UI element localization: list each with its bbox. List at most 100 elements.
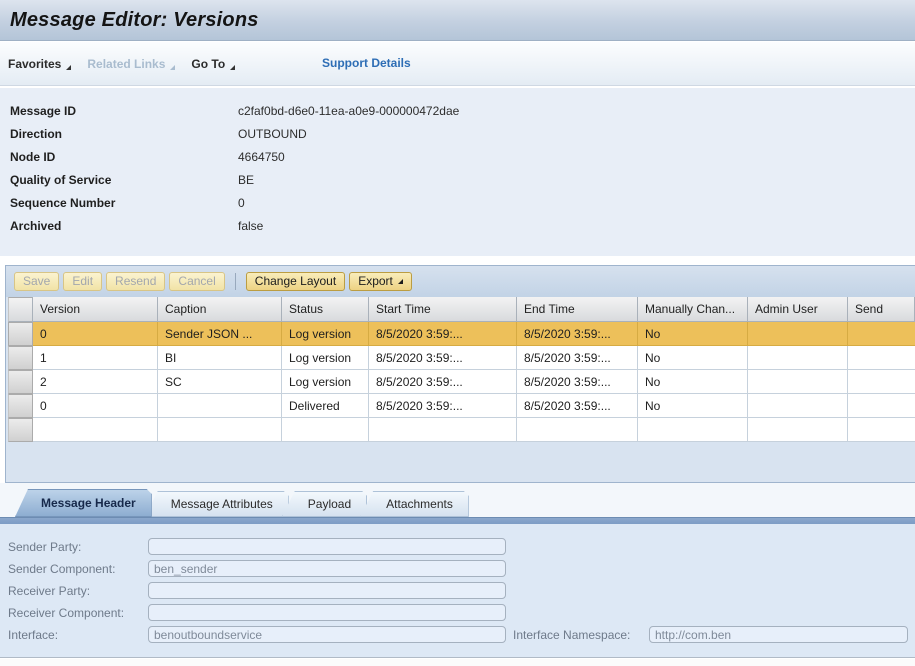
cell-sender[interactable] bbox=[848, 370, 915, 394]
toolbar-separator bbox=[235, 273, 236, 290]
cell-start-time[interactable]: 8/5/2020 3:59:... bbox=[369, 346, 517, 370]
sender-component-field[interactable] bbox=[148, 560, 506, 577]
export-button[interactable]: Export bbox=[349, 272, 412, 291]
support-details-link[interactable]: Support Details bbox=[322, 56, 411, 70]
tab-message-attributes[interactable]: Message Attributes bbox=[145, 491, 289, 517]
cell-admin-user[interactable] bbox=[748, 370, 848, 394]
cell-sender[interactable] bbox=[848, 394, 915, 418]
tab-attachments[interactable]: Attachments bbox=[360, 491, 469, 517]
column-header-admin-user[interactable]: Admin User bbox=[748, 297, 848, 322]
cell-start-time[interactable] bbox=[369, 418, 517, 442]
form-row-sender-component: Sender Component: bbox=[0, 559, 915, 581]
cell-manually-changed[interactable]: No bbox=[638, 394, 748, 418]
form-row-receiver-party: Receiver Party: bbox=[0, 581, 915, 603]
resend-button[interactable]: Resend bbox=[106, 272, 165, 291]
row-selector[interactable] bbox=[8, 346, 33, 370]
detail-row-node-id: Node ID 4664750 bbox=[0, 146, 915, 169]
quality-of-service-value: BE bbox=[238, 169, 254, 192]
cell-admin-user[interactable] bbox=[748, 346, 848, 370]
detail-label: Archived bbox=[10, 215, 238, 238]
cell-caption[interactable] bbox=[158, 418, 282, 442]
row-selector[interactable] bbox=[8, 394, 33, 418]
row-selector[interactable] bbox=[8, 370, 33, 394]
cell-manually-changed[interactable]: No bbox=[638, 322, 748, 346]
table-row[interactable]: 2 SC Log version 8/5/2020 3:59:... 8/5/2… bbox=[8, 370, 915, 394]
cell-end-time[interactable]: 8/5/2020 3:59:... bbox=[517, 346, 638, 370]
column-header-start-time[interactable]: Start Time bbox=[369, 297, 517, 322]
menu-bar: Favorites Related Links Go To Support De… bbox=[0, 42, 915, 86]
cell-end-time[interactable]: 8/5/2020 3:59:... bbox=[517, 394, 638, 418]
archived-value: false bbox=[238, 215, 263, 238]
cell-caption[interactable]: BI bbox=[158, 346, 282, 370]
detail-label: Quality of Service bbox=[10, 169, 238, 192]
cell-sender[interactable] bbox=[848, 322, 915, 346]
export-button-label: Export bbox=[358, 274, 393, 288]
cell-start-time[interactable]: 8/5/2020 3:59:... bbox=[369, 394, 517, 418]
cell-manually-changed[interactable]: No bbox=[638, 346, 748, 370]
cell-caption[interactable] bbox=[158, 394, 282, 418]
cell-end-time[interactable] bbox=[517, 418, 638, 442]
detail-row-quality-of-service: Quality of Service BE bbox=[0, 169, 915, 192]
table-row[interactable]: 1 BI Log version 8/5/2020 3:59:... 8/5/2… bbox=[8, 346, 915, 370]
column-header-sender[interactable]: Send bbox=[848, 297, 915, 322]
cell-version[interactable]: 2 bbox=[33, 370, 158, 394]
table-row[interactable]: 0 Delivered 8/5/2020 3:59:... 8/5/2020 3… bbox=[8, 394, 915, 418]
cell-start-time[interactable]: 8/5/2020 3:59:... bbox=[369, 322, 517, 346]
cell-admin-user[interactable] bbox=[748, 394, 848, 418]
cell-sender[interactable] bbox=[848, 418, 915, 442]
receiver-component-field[interactable] bbox=[148, 604, 506, 621]
row-selector[interactable] bbox=[8, 322, 33, 346]
detail-row-archived: Archived false bbox=[0, 215, 915, 238]
edit-button[interactable]: Edit bbox=[63, 272, 102, 291]
table-row-empty[interactable] bbox=[8, 418, 915, 442]
cell-caption[interactable]: Sender JSON ... bbox=[158, 322, 282, 346]
cell-version[interactable]: 1 bbox=[33, 346, 158, 370]
column-header-manually-changed[interactable]: Manually Chan... bbox=[638, 297, 748, 322]
interface-field[interactable] bbox=[148, 626, 506, 643]
cell-status[interactable]: Delivered bbox=[282, 394, 369, 418]
column-header-version[interactable]: Version bbox=[33, 297, 158, 322]
message-id-value: c2faf0bd-d6e0-11ea-a0e9-000000472dae bbox=[238, 100, 459, 123]
cell-manually-changed[interactable]: No bbox=[638, 370, 748, 394]
menu-favorites-label: Favorites bbox=[8, 57, 61, 71]
interface-namespace-label: Interface Namespace: bbox=[513, 628, 630, 642]
menu-related-links: Related Links bbox=[87, 57, 175, 71]
cell-version[interactable] bbox=[33, 418, 158, 442]
row-selector[interactable] bbox=[8, 418, 33, 442]
detail-label: Direction bbox=[10, 123, 238, 146]
cell-status[interactable]: Log version bbox=[282, 322, 369, 346]
save-button[interactable]: Save bbox=[14, 272, 59, 291]
cell-manually-changed[interactable] bbox=[638, 418, 748, 442]
cell-admin-user[interactable] bbox=[748, 322, 848, 346]
cell-status[interactable]: Log version bbox=[282, 370, 369, 394]
cell-sender[interactable] bbox=[848, 346, 915, 370]
table-row[interactable]: 0 Sender JSON ... Log version 8/5/2020 3… bbox=[8, 322, 915, 346]
interface-label: Interface: bbox=[8, 628, 58, 642]
change-layout-button[interactable]: Change Layout bbox=[246, 272, 345, 291]
column-header-status[interactable]: Status bbox=[282, 297, 369, 322]
menu-favorites[interactable]: Favorites bbox=[8, 57, 71, 71]
cell-status[interactable] bbox=[282, 418, 369, 442]
cell-admin-user[interactable] bbox=[748, 418, 848, 442]
tab-payload[interactable]: Payload bbox=[282, 491, 367, 517]
receiver-party-label: Receiver Party: bbox=[8, 584, 90, 598]
select-all-header-cell[interactable] bbox=[8, 297, 33, 322]
cell-version[interactable]: 0 bbox=[33, 394, 158, 418]
form-row-sender-party: Sender Party: bbox=[0, 537, 915, 559]
column-header-end-time[interactable]: End Time bbox=[517, 297, 638, 322]
interface-namespace-field[interactable] bbox=[649, 626, 908, 643]
tab-message-header[interactable]: Message Header bbox=[15, 489, 152, 517]
menu-go-to[interactable]: Go To bbox=[191, 57, 235, 71]
cell-caption[interactable]: SC bbox=[158, 370, 282, 394]
detail-row-direction: Direction OUTBOUND bbox=[0, 123, 915, 146]
cell-start-time[interactable]: 8/5/2020 3:59:... bbox=[369, 370, 517, 394]
cell-status[interactable]: Log version bbox=[282, 346, 369, 370]
cell-end-time[interactable]: 8/5/2020 3:59:... bbox=[517, 322, 638, 346]
receiver-party-field[interactable] bbox=[148, 582, 506, 599]
bottom-margin bbox=[0, 659, 915, 666]
cell-version[interactable]: 0 bbox=[33, 322, 158, 346]
column-header-caption[interactable]: Caption bbox=[158, 297, 282, 322]
cell-end-time[interactable]: 8/5/2020 3:59:... bbox=[517, 370, 638, 394]
cancel-button[interactable]: Cancel bbox=[169, 272, 224, 291]
sender-party-field[interactable] bbox=[148, 538, 506, 555]
